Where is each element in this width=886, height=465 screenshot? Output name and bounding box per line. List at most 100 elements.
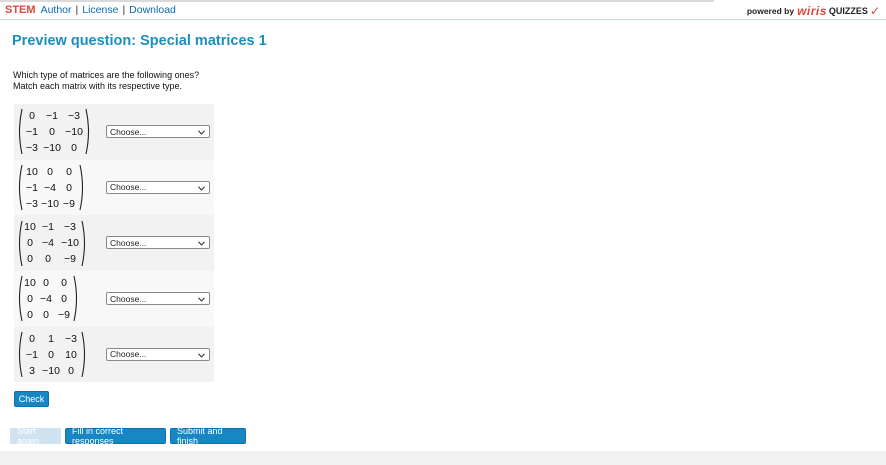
right-paren-icon: [73, 276, 78, 322]
matrix-cell: −10: [43, 141, 61, 154]
matrix-cell: 0: [68, 364, 74, 377]
select-value: Choose...: [110, 349, 147, 360]
matrix-cell: 0: [45, 253, 51, 266]
matrix-cell: −9: [64, 253, 76, 266]
matrix-type-select[interactable]: Choose...: [106, 180, 210, 195]
chevron-down-icon: [198, 349, 205, 362]
matrix-cell: −9: [63, 197, 75, 210]
right-paren-icon: [81, 220, 86, 266]
matrix-cell: 10: [65, 348, 77, 361]
matrix-cell: 0: [61, 292, 67, 305]
matrix-cell: 10: [26, 165, 38, 178]
matrix-type-select[interactable]: Choose...: [106, 125, 210, 138]
matrix: 10 0 0 −1 −4 0 −3 −10 −9: [17, 163, 85, 212]
quizzes-label: QUIZZES: [828, 6, 868, 16]
matrix-cell: 10: [24, 221, 36, 234]
matrix-cell: −3: [65, 332, 77, 345]
submit-and-finish-button[interactable]: Submit and finish: [170, 426, 246, 446]
matrix-cell: 10: [24, 276, 36, 289]
matrix-type-select[interactable]: Choose...: [106, 236, 210, 250]
matrix-cell: 0: [29, 109, 35, 122]
chevron-down-icon: [198, 182, 205, 195]
chevron-down-icon: [198, 293, 205, 306]
check-button[interactable]: Check: [14, 391, 49, 407]
chevron-down-icon: [198, 237, 205, 250]
matrix-cell: −1: [26, 348, 38, 361]
matrix-cell: 0: [29, 332, 35, 345]
powered-by-text: powered by: [746, 6, 795, 16]
page-footer: [0, 451, 886, 465]
select-value: Choose...: [110, 237, 147, 248]
matrix-cell: −9: [58, 308, 70, 321]
chevron-down-icon: [198, 126, 205, 139]
powered-by-badge[interactable]: powered by wiris QUIZZES ✓: [747, 4, 880, 18]
matrix-cell: −3: [64, 221, 76, 234]
matrix-cell: 0: [27, 253, 33, 266]
table-row: 0 −1 −3 −1 0 −10 −3 −10 0 Choose...: [14, 104, 214, 160]
matrix-cell: 1: [48, 332, 54, 345]
matrix-type-select[interactable]: Choose...: [106, 292, 210, 306]
matrix-cell: −10: [41, 197, 59, 210]
matrix: 10 −1 −3 0 −4 −10 0 0 −9: [17, 219, 87, 268]
matrix-type-select[interactable]: Choose...: [106, 347, 210, 362]
matrix-cell: −4: [40, 292, 52, 305]
page-title: Preview question: Special matrices 1: [12, 33, 267, 49]
table-row: 0 1 −3 −1 0 10 3 −10 0 Choose...: [14, 326, 214, 383]
matrix-cell: 0: [47, 165, 53, 178]
prompt-line-1: Which type of matrices are the following…: [13, 70, 200, 80]
matrix-cell: 0: [71, 141, 77, 154]
right-paren-icon: [79, 164, 84, 211]
top-scrollbar[interactable]: [0, 0, 714, 2]
matrix-cell: −4: [42, 237, 54, 250]
download-link[interactable]: Download: [129, 4, 176, 16]
matrix-grid: 10 −1 −3 0 −4 −10 0 0 −9: [23, 219, 81, 267]
fill-correct-responses-button[interactable]: Fill in correct responses: [65, 426, 166, 446]
matrix-cell: 0: [27, 308, 33, 321]
matrix-cell: −10: [42, 364, 60, 377]
matching-table: 0 −1 −3 −1 0 −10 −3 −10 0 Choose... 10 0 0 −1 −4 0 −3 −10…: [14, 104, 214, 383]
license-link[interactable]: License: [82, 4, 118, 16]
select-value: Choose...: [110, 293, 147, 304]
matrix: 10 0 0 0 −4 0 0 0 −9: [17, 274, 79, 323]
matrix-cell: 0: [49, 125, 55, 138]
author-link[interactable]: Author: [41, 4, 72, 16]
matrix: 0 −1 −3 −1 0 −10 −3 −10 0: [17, 107, 91, 156]
brand-logo: STEM: [5, 3, 36, 16]
select-value: Choose...: [110, 126, 147, 137]
matrix-cell: −10: [65, 125, 83, 138]
top-bar: STEM Author | License | Download powered by …: [0, 0, 886, 20]
wiris-logo: wiris: [797, 4, 827, 18]
matrix-cell: −3: [68, 109, 80, 122]
matrix-cell: 0: [48, 348, 54, 361]
matrix-grid: 0 1 −3 −1 0 10 3 −10 0: [23, 331, 81, 379]
matrix-cell: 0: [43, 308, 49, 321]
matrix-cell: 0: [27, 237, 33, 250]
matrix-cell: 0: [61, 276, 67, 289]
matrix-cell: 3: [29, 364, 35, 377]
matrix-cell: −3: [26, 141, 38, 154]
matrix-grid: 10 0 0 −1 −4 0 −3 −10 −9: [23, 164, 79, 212]
table-row: 10 0 0 0 −4 0 0 0 −9 Choose...: [14, 271, 214, 327]
matrix-cell: −1: [26, 181, 38, 194]
matrix-cell: −1: [42, 221, 54, 234]
matrix: 0 1 −3 −1 0 10 3 −10 0: [17, 330, 87, 379]
header-links: Author | License | Download: [41, 4, 176, 16]
matrix-cell: −1: [46, 109, 58, 122]
matrix-grid: 0 −1 −3 −1 0 −10 −3 −10 0: [23, 108, 85, 156]
prompt-line-2: Match each matrix with its respective ty…: [13, 81, 183, 91]
table-row: 10 −1 −3 0 −4 −10 0 0 −9 Choose...: [14, 215, 214, 272]
start-again-button[interactable]: Start again: [10, 426, 61, 446]
link-separator: |: [75, 3, 79, 16]
check-mark-icon: ✓: [869, 4, 880, 18]
matrix-cell: −1: [26, 125, 38, 138]
right-paren-icon: [85, 109, 90, 155]
table-row: 10 0 0 −1 −4 0 −3 −10 −9 Choose...: [14, 159, 214, 216]
matrix-cell: 0: [27, 292, 33, 305]
matrix-cell: 0: [66, 181, 72, 194]
matrix-cell: 0: [66, 165, 72, 178]
matrix-cell: 0: [43, 276, 49, 289]
matrix-cell: −3: [26, 197, 38, 210]
right-paren-icon: [81, 331, 86, 378]
matrix-cell: −4: [44, 181, 56, 194]
question-prompt: Which type of matrices are the following…: [13, 70, 199, 92]
